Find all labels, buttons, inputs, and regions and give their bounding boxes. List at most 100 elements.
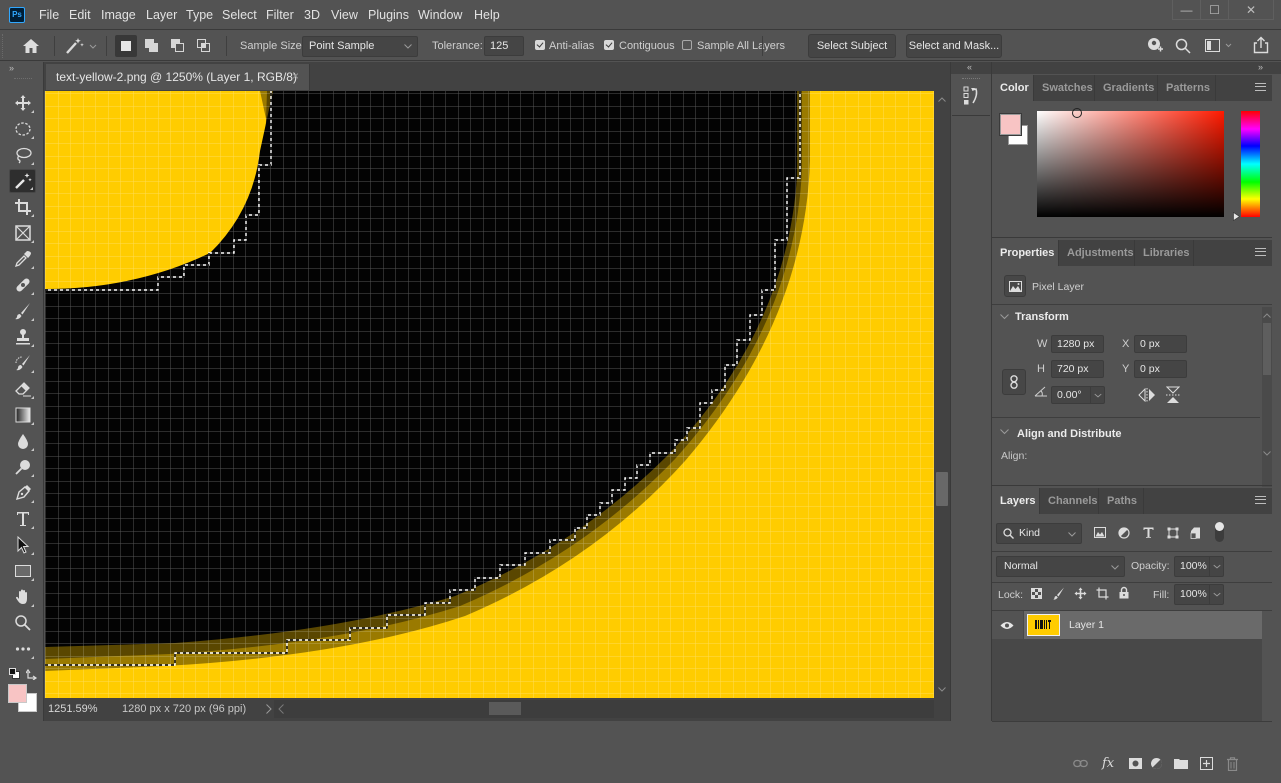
menu-filter[interactable]: Filter: [266, 8, 294, 22]
color-panel-foreground-swatch[interactable]: [999, 113, 1022, 136]
scroll-up-icon[interactable]: [938, 97, 946, 102]
layer-name[interactable]: Layer 1: [1069, 619, 1104, 631]
anti-alias-checkbox[interactable]: [535, 40, 545, 50]
status-info-arrow-icon[interactable]: [266, 704, 272, 714]
tool-preset-picker[interactable]: [63, 36, 99, 56]
menu-3d[interactable]: 3D: [304, 8, 320, 22]
fx-icon[interactable]: fx: [1102, 756, 1114, 771]
search-button[interactable]: [1175, 38, 1191, 54]
properties-scroll-down-icon[interactable]: [1263, 451, 1271, 456]
lock-all-icon[interactable]: [1119, 586, 1129, 599]
sample-all-layers-checkbox[interactable]: [682, 40, 692, 50]
scroll-left-icon[interactable]: [278, 704, 284, 714]
tool-history-brush[interactable]: [9, 351, 36, 375]
filter-shape-layers-icon[interactable]: [1167, 527, 1179, 539]
tab-libraries[interactable]: Libraries: [1135, 240, 1194, 266]
tab-swatches[interactable]: Swatches: [1034, 75, 1095, 101]
tool-magic-wand[interactable]: [9, 169, 36, 193]
add-to-selection-button[interactable]: [141, 35, 163, 57]
tolerance-input[interactable]: 125: [484, 36, 524, 56]
tool-move[interactable]: [9, 91, 36, 115]
share-user-button[interactable]: [1146, 37, 1164, 55]
tool-marquee[interactable]: [9, 117, 36, 141]
tab-adjustments[interactable]: Adjustments: [1059, 240, 1135, 266]
zoom-level-field[interactable]: 1251.59%: [44, 698, 108, 719]
vertical-scrollbar[interactable]: [934, 91, 950, 698]
flip-horizontal-icon[interactable]: [1138, 388, 1156, 402]
menu-file[interactable]: File: [39, 8, 59, 22]
lock-image-pixels-icon[interactable]: [1053, 587, 1065, 600]
menu-view[interactable]: View: [331, 8, 358, 22]
angle-input[interactable]: 0.00°: [1051, 386, 1105, 404]
properties-scroll-up-icon[interactable]: [1263, 313, 1271, 318]
options-bar-grip[interactable]: [2, 34, 6, 58]
tool-lasso[interactable]: [9, 143, 36, 167]
lock-position-icon[interactable]: [1074, 587, 1087, 600]
menu-window[interactable]: Window: [418, 8, 462, 22]
link-layers-icon[interactable]: [1073, 759, 1088, 768]
foreground-color-swatch[interactable]: [8, 684, 27, 703]
tool-pen[interactable]: [9, 481, 36, 505]
tool-zoom[interactable]: [9, 611, 36, 635]
flip-vertical-icon[interactable]: [1166, 386, 1180, 404]
tool-clone-stamp[interactable]: [9, 325, 36, 349]
sample-size-select[interactable]: Point Sample: [302, 36, 418, 57]
menu-select[interactable]: Select: [222, 8, 257, 22]
align-collapse-chevron-icon[interactable]: [1000, 429, 1009, 435]
angle-dropdown-icon[interactable]: [1090, 386, 1105, 404]
y-input[interactable]: 0 px: [1134, 360, 1187, 378]
eye-icon[interactable]: [1000, 621, 1014, 630]
layers-panel-menu-icon[interactable]: [1255, 496, 1266, 504]
menu-image[interactable]: Image: [101, 8, 136, 22]
tool-healing-brush[interactable]: [9, 273, 36, 297]
width-input[interactable]: 1280 px: [1051, 335, 1104, 353]
properties-panel-menu-icon[interactable]: [1255, 248, 1266, 256]
tool-brush[interactable]: [9, 299, 36, 323]
tab-properties[interactable]: Properties: [992, 240, 1059, 266]
tool-more[interactable]: [9, 637, 36, 661]
height-input[interactable]: 720 px: [1051, 360, 1104, 378]
properties-scrollbar[interactable]: [1262, 307, 1272, 487]
select-and-mask-button[interactable]: Select and Mask...: [906, 34, 1002, 58]
fill-input[interactable]: 100%: [1174, 584, 1224, 605]
hue-slider-handle-icon[interactable]: [1233, 212, 1240, 221]
tool-frame[interactable]: [9, 221, 36, 245]
delete-layer-trash-icon[interactable]: [1227, 757, 1238, 771]
filter-pixel-layers-icon[interactable]: [1094, 527, 1106, 538]
close-button[interactable]: ✕: [1228, 0, 1274, 20]
tool-gradient[interactable]: [9, 403, 36, 427]
vertical-scroll-thumb[interactable]: [936, 472, 948, 506]
opacity-input[interactable]: 100%: [1174, 556, 1224, 577]
document-tab[interactable]: text-yellow-2.png @ 1250% (Layer 1, RGB/…: [46, 64, 310, 90]
adjustment-layer-icon[interactable]: [1150, 757, 1164, 771]
new-group-folder-icon[interactable]: [1174, 758, 1188, 769]
layer-filter-toggle[interactable]: [1215, 522, 1224, 542]
link-dimensions-button[interactable]: [1002, 369, 1026, 395]
intersect-with-selection-button[interactable]: [193, 35, 215, 57]
color-panel-menu-icon[interactable]: [1255, 83, 1266, 91]
select-subject-button[interactable]: Select Subject: [808, 34, 896, 58]
history-panel-button[interactable]: [952, 76, 990, 116]
new-layer-icon[interactable]: [1200, 757, 1213, 770]
tab-paths[interactable]: Paths: [1099, 488, 1144, 514]
add-layer-mask-icon[interactable]: [1129, 758, 1142, 769]
blend-mode-select[interactable]: Normal: [996, 556, 1125, 577]
horizontal-scrollbar[interactable]: [274, 700, 934, 718]
menu-type[interactable]: Type: [186, 8, 213, 22]
scroll-down-icon[interactable]: [938, 687, 946, 692]
filter-adjustment-layers-icon[interactable]: [1118, 527, 1130, 539]
menu-edit[interactable]: Edit: [69, 8, 91, 22]
expand-dock-icon[interactable]: «: [967, 62, 972, 72]
close-document-icon[interactable]: ×: [292, 69, 299, 83]
layer-row[interactable]: Layer 1: [992, 611, 1262, 639]
x-input[interactable]: 0 px: [1134, 335, 1187, 353]
fill-dropdown-icon[interactable]: [1209, 584, 1224, 605]
new-selection-button[interactable]: [115, 35, 137, 57]
tool-dodge[interactable]: [9, 455, 36, 479]
collapse-toolbar-icon[interactable]: »: [9, 63, 14, 73]
saturation-brightness-field[interactable]: [1037, 108, 1224, 217]
contiguous-checkbox[interactable]: [604, 40, 614, 50]
workspace-button[interactable]: [1205, 39, 1233, 53]
menu-help[interactable]: Help: [474, 8, 500, 22]
color-picker-cursor[interactable]: [1072, 108, 1082, 118]
